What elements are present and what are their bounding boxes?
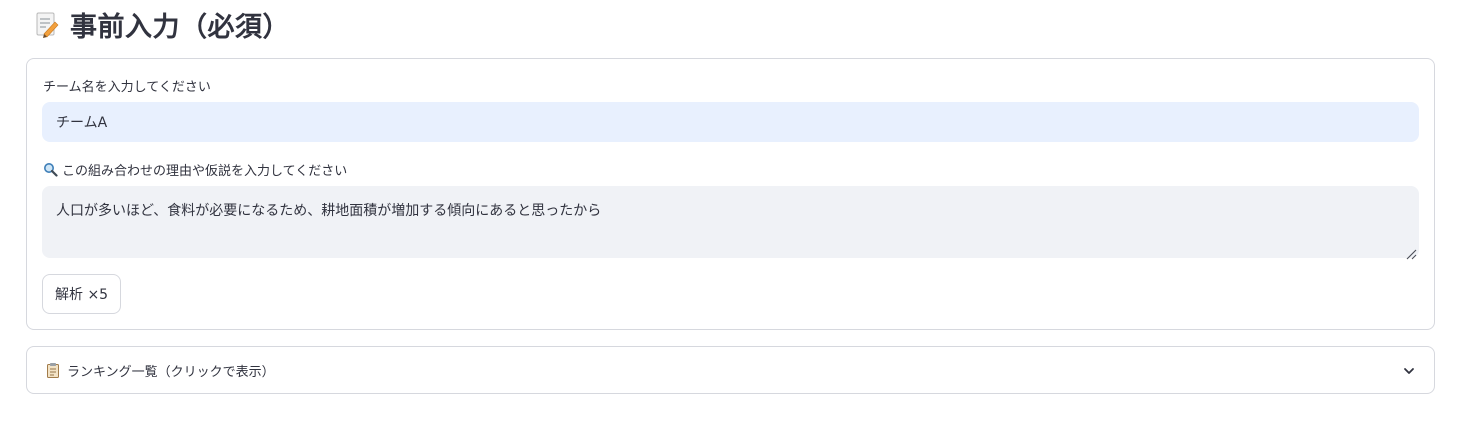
reason-textarea[interactable]: 人口が多いほど、食料が必要になるため、耕地面積が増加する傾向にあると思ったから xyxy=(42,186,1419,258)
page-heading: 事前入力（必須） xyxy=(34,6,290,43)
reason-label-text: この組み合わせの理由や仮説を入力してください xyxy=(62,164,348,179)
pre-input-form: チーム名を入力してください この組み合わせの理由や仮説を入力してください 人口が… xyxy=(26,58,1435,330)
resize-handle-icon[interactable] xyxy=(1405,245,1417,260)
page-title: 事前入力（必須） xyxy=(70,11,290,43)
expander-label: ランキング一覧（クリックで表示） xyxy=(67,364,275,380)
clipboard-icon xyxy=(46,362,60,378)
reason-label: この組み合わせの理由や仮説を入力してください xyxy=(43,160,347,179)
chevron-down-icon[interactable] xyxy=(1402,363,1416,377)
memo-icon xyxy=(34,10,60,38)
team-name-input[interactable] xyxy=(42,102,1419,142)
analyze-button[interactable]: 解析 ×5 xyxy=(42,274,122,314)
magnifying-glass-icon xyxy=(43,162,58,177)
team-name-label: チーム名を入力してください xyxy=(43,80,211,95)
ranking-expander[interactable]: ランキング一覧（クリックで表示） xyxy=(26,346,1435,394)
